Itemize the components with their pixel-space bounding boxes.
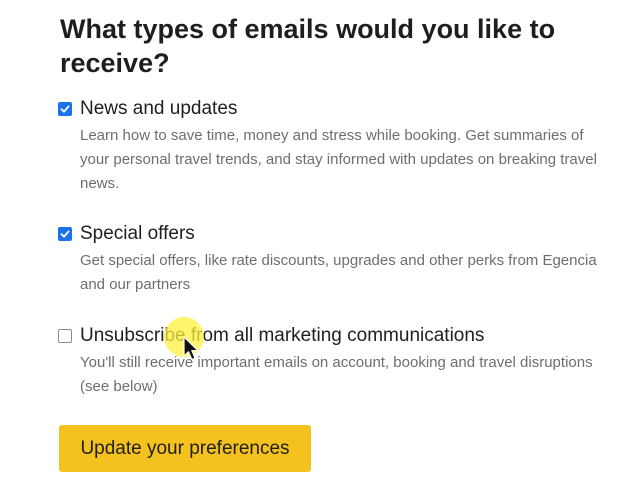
option-row: News and updates <box>58 96 618 122</box>
option-special-offers: Special offers Get special offers, like … <box>58 221 618 297</box>
check-icon <box>60 105 70 113</box>
unsubscribe-label[interactable]: Unsubscribe from all marketing communica… <box>80 323 484 349</box>
check-icon <box>60 230 70 238</box>
unsubscribe-description: You'll still receive important emails on… <box>80 354 593 395</box>
unsubscribe-checkbox[interactable] <box>58 329 72 343</box>
option-news-and-updates: News and updates Learn how to save time,… <box>58 96 618 196</box>
option-unsubscribe: Unsubscribe from all marketing communica… <box>58 323 618 399</box>
page-title: What types of emails would you like to r… <box>60 14 556 78</box>
news-and-updates-description: Learn how to save time, money and stress… <box>80 127 597 192</box>
email-preferences-page: What types of emails would you like to r… <box>0 0 640 480</box>
special-offers-label[interactable]: Special offers <box>80 221 195 247</box>
news-and-updates-label[interactable]: News and updates <box>80 96 237 122</box>
update-preferences-button[interactable]: Update your preferences <box>59 425 311 472</box>
special-offers-description: Get special offers, like rate discounts,… <box>80 252 597 293</box>
special-offers-checkbox[interactable] <box>58 227 72 241</box>
option-row: Unsubscribe from all marketing communica… <box>58 323 618 349</box>
news-and-updates-checkbox[interactable] <box>58 102 72 116</box>
option-row: Special offers <box>58 221 618 247</box>
